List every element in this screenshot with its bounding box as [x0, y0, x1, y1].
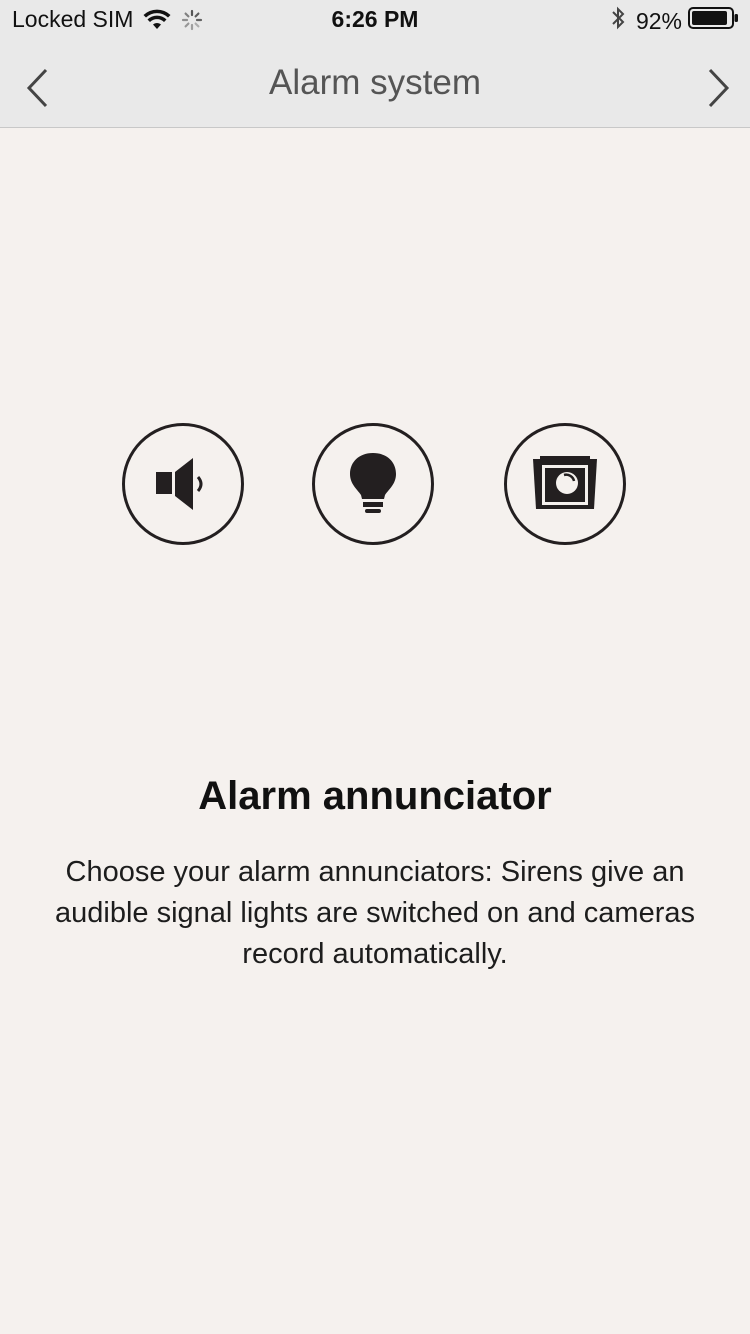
- chevron-right-icon: [708, 68, 730, 108]
- battery-icon: [688, 6, 740, 36]
- navigation-bar: Alarm system: [0, 40, 750, 127]
- light-bulb-icon: [350, 453, 396, 513]
- status-right: 92%: [610, 5, 740, 37]
- top-bar: Locked SIM 6:26 PM 92% Alarm system: [0, 0, 750, 128]
- siren-option[interactable]: [122, 423, 244, 545]
- battery-percent: 92%: [635, 7, 682, 34]
- section-description: Choose your alarm annunciators: Sirens g…: [55, 856, 695, 970]
- camera-option[interactable]: [504, 423, 626, 545]
- annunciator-icons: [0, 423, 750, 545]
- bluetooth-icon: [610, 5, 626, 37]
- status-bar: Locked SIM 6:26 PM 92%: [0, 0, 750, 40]
- page-title: Alarm system: [269, 63, 481, 102]
- camera-icon: [533, 456, 597, 509]
- siren-icon: [156, 458, 203, 510]
- light-option[interactable]: [312, 423, 434, 545]
- next-button[interactable]: [696, 66, 740, 110]
- section-title: Alarm annunciator: [198, 774, 552, 818]
